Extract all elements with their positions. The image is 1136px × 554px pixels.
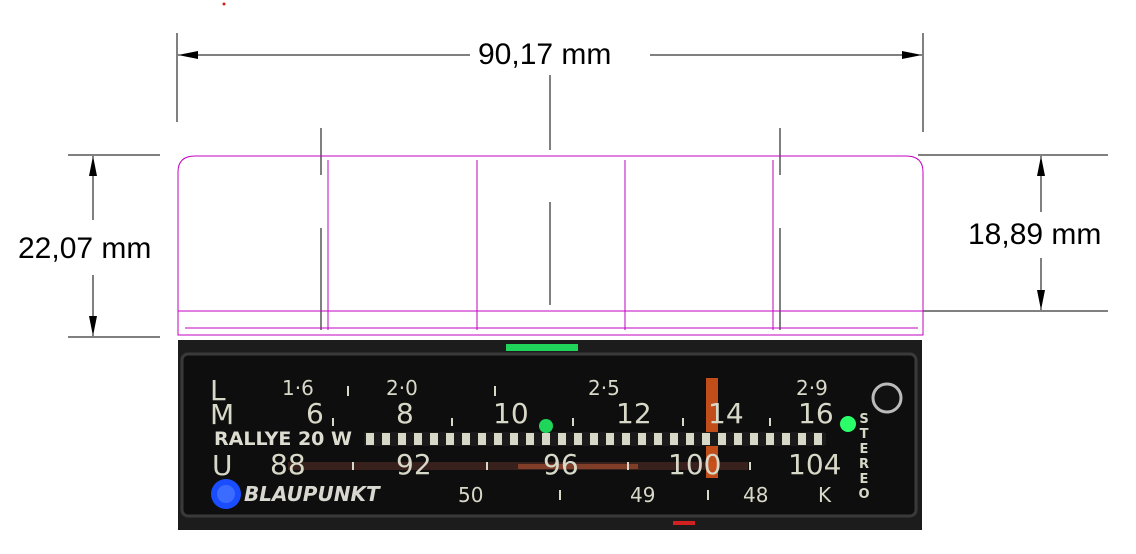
corner-knob xyxy=(871,382,903,414)
u-tick-88: 88 xyxy=(270,448,306,481)
rallye-label: RALLYE 20 W xyxy=(214,428,352,450)
width-dimension-label: 90,17 mm xyxy=(474,38,616,72)
stereo-letter: E xyxy=(859,442,869,457)
u-tick-92: 92 xyxy=(396,448,432,481)
u-tick-96: 96 xyxy=(543,448,579,481)
stereo-letter: T xyxy=(859,427,869,442)
radio-dial-photo: L 1·6 2·0 2·5 2·9 M 6 8 10 12 14 16 RALL… xyxy=(178,340,922,530)
u-tick-100: 100 xyxy=(668,448,722,481)
m-tick-16: 16 xyxy=(798,397,834,430)
l-tick-3: 2·5 xyxy=(588,376,620,400)
m-tick-8: 8 xyxy=(396,397,414,430)
inner-height-dimension-label: 18,89 mm xyxy=(968,218,1102,252)
m-tick-12: 12 xyxy=(616,397,652,430)
band-letter-m: M xyxy=(210,398,235,431)
l-tick-2: 2·0 xyxy=(386,376,418,400)
stereo-label: STEREO xyxy=(857,412,871,502)
k-tick-49: 49 xyxy=(630,483,656,507)
band-letter-u: U xyxy=(212,449,233,482)
l-tick-4: 2·9 xyxy=(796,376,828,400)
k-tick-50: 50 xyxy=(458,483,484,507)
stereo-letter: E xyxy=(859,472,869,487)
green-dot-dial xyxy=(539,419,553,433)
bottom-red-marker xyxy=(673,521,695,525)
stereo-letter: R xyxy=(858,457,869,472)
stereo-letter: O xyxy=(858,487,870,502)
stereo-letter: S xyxy=(859,412,869,427)
top-green-indicator xyxy=(506,344,578,351)
k-tick-48: 48 xyxy=(743,483,769,507)
l-tick-1: 1·6 xyxy=(282,376,314,400)
checker-pattern xyxy=(366,433,826,445)
stray-dot xyxy=(222,2,226,6)
m-tick-14: 14 xyxy=(708,397,744,430)
brand-logo-text: BLAUPUNKT xyxy=(244,482,380,506)
m-tick-6: 6 xyxy=(306,397,324,430)
m-tick-10: 10 xyxy=(493,397,529,430)
outer-height-dimension-label: 22,07 mm xyxy=(18,232,152,266)
stereo-green-light xyxy=(840,416,856,432)
band-letter-k: K xyxy=(818,483,832,507)
u-tick-104: 104 xyxy=(788,448,842,481)
